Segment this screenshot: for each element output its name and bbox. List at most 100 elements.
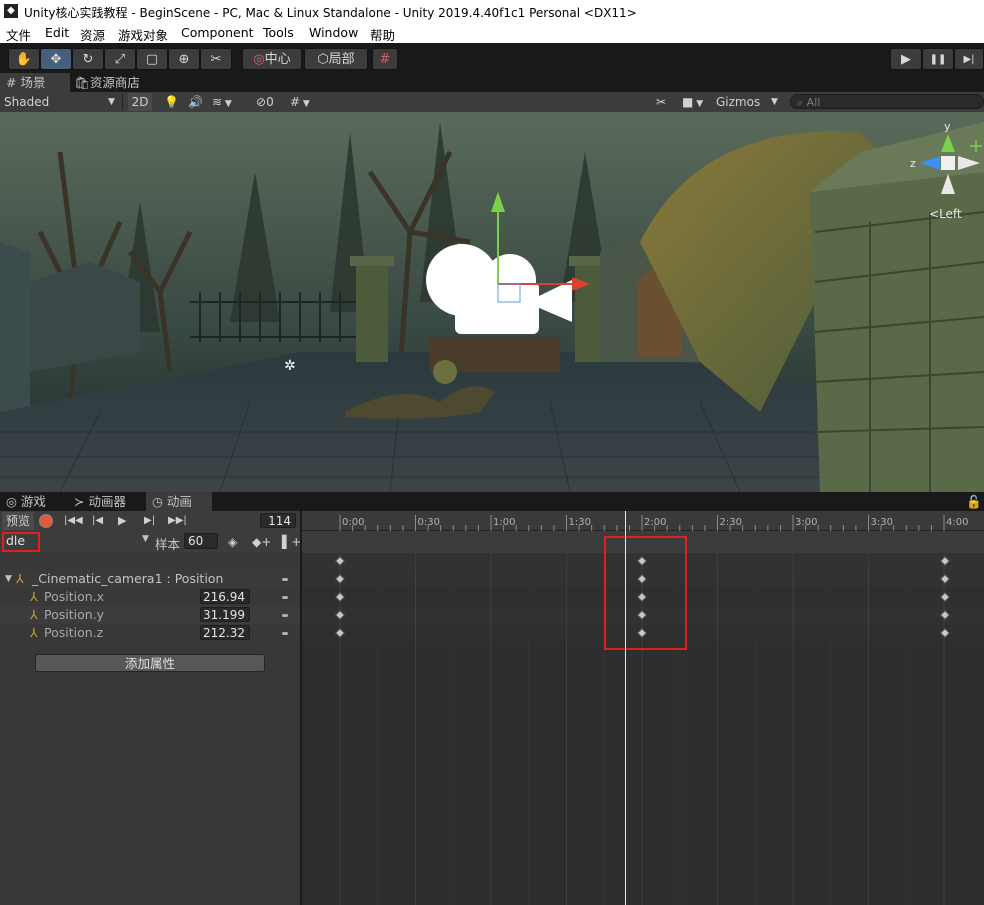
add-property-button[interactable]: 添加属性	[35, 654, 265, 672]
play-button[interactable]: ▶	[890, 48, 922, 70]
layers-icon: ≋	[212, 95, 223, 109]
hand-tool-button[interactable]: ✋	[8, 48, 40, 70]
lighting-toggle[interactable]: 💡	[164, 93, 179, 111]
audio-toggle[interactable]: 🔊	[188, 93, 203, 111]
pivot-label: 中心	[264, 52, 291, 67]
timeline-ruler[interactable]: 0:00 0:30 1:00 1:30 2:00 2:30 3:00 3:30 4:00	[302, 511, 984, 531]
hidden-objects-toggle[interactable]: ⊘0	[256, 93, 274, 111]
next-icon: ▶|	[144, 515, 156, 526]
menu-window[interactable]: Window	[309, 25, 358, 40]
rotate-tool-button[interactable]: ↻	[72, 48, 104, 70]
gamepad-icon: ◎	[6, 494, 17, 509]
transform-axes-icon: ⅄	[16, 571, 24, 586]
chevron-down-icon: ▼	[693, 99, 704, 109]
menu-edit[interactable]: Edit	[45, 25, 69, 40]
menu-help[interactable]: 帮助	[370, 25, 395, 44]
search-icon: ⌕	[797, 96, 804, 109]
clip-dropdown[interactable]: dle ▼	[2, 532, 152, 552]
tab-scene[interactable]: # 场景	[0, 73, 70, 92]
menu-component[interactable]: Component	[181, 25, 254, 40]
keyframe-highlight-box	[604, 536, 687, 650]
gizmo-z-label: z	[910, 157, 916, 170]
property-name: Position.z	[44, 625, 104, 640]
animation-playback-controls: 预览 |◀◀ |◀ ▶ ▶| ▶▶| 114	[0, 511, 300, 531]
pause-button[interactable]: ❚❚	[922, 48, 954, 70]
property-options-icon[interactable]	[282, 614, 288, 617]
local-toggle-button[interactable]: ⬡局部	[304, 48, 368, 70]
preview-toggle[interactable]: 预览	[2, 512, 34, 530]
tab-animator[interactable]: ≻ 动画器	[68, 492, 132, 511]
tab-animation[interactable]: ◷ 动画	[146, 492, 212, 511]
property-name: Position.x	[44, 589, 105, 604]
grid-dropdown[interactable]: # ▼	[290, 93, 310, 111]
custom-tool-icon: ✂	[210, 52, 222, 67]
rect-icon: ▢	[145, 52, 159, 67]
camera-dropdown[interactable]: ■ ▼	[682, 93, 703, 111]
zombie-head	[433, 360, 457, 384]
last-keyframe-button[interactable]: ▶▶|	[168, 512, 187, 530]
skip-end-icon: ▶▶|	[168, 515, 187, 526]
menu-tools[interactable]: Tools	[263, 25, 294, 40]
effects-dropdown[interactable]: ≋ ▼	[212, 93, 232, 111]
move-icon: ✥	[50, 52, 62, 67]
menu-assets[interactable]: 资源	[80, 25, 105, 44]
custom-tool-button[interactable]: ✂	[200, 48, 232, 70]
scene-search-input[interactable]: ⌕ All	[790, 94, 984, 109]
prev-keyframe-button[interactable]: |◀	[92, 512, 103, 530]
record-button[interactable]	[39, 514, 53, 528]
transform-tool-button[interactable]: ⊕	[168, 48, 200, 70]
frame-input[interactable]: 114	[260, 513, 296, 528]
lock-button[interactable]: 🔓	[960, 492, 984, 511]
scale-tool-button[interactable]: ⤢	[104, 48, 136, 70]
grid-snap-button[interactable]: #	[372, 48, 398, 70]
lightbulb-icon: 💡	[164, 95, 179, 109]
property-value-input[interactable]: 31.199	[200, 607, 250, 622]
property-value-input[interactable]: 212.32	[200, 625, 250, 640]
scene-render: ✲ y z <Left	[0, 112, 984, 492]
add-event-button[interactable]: ▌+	[282, 533, 301, 551]
menu-bar: 文件 Edit 资源 游戏对象 Component Tools Window 帮…	[0, 23, 984, 43]
menu-gameobject[interactable]: 游戏对象	[118, 25, 168, 44]
playhead-line[interactable]	[625, 511, 626, 905]
property-row-y[interactable]: ⅄ Position.y 31.199	[0, 606, 300, 624]
timeline-tick-label: 1:30	[569, 517, 591, 528]
property-group-name: _Cinematic_camera1 : Position	[32, 571, 224, 586]
menu-file[interactable]: 文件	[6, 25, 31, 44]
shading-mode-dropdown[interactable]: Shaded ▼	[4, 93, 118, 111]
tab-game-label: 游戏	[20, 494, 46, 509]
property-row-z[interactable]: ⅄ Position.z 212.32	[0, 624, 300, 642]
tab-game[interactable]: ◎ 游戏	[0, 492, 52, 511]
property-value-input[interactable]: 216.94	[200, 589, 250, 604]
samples-input[interactable]: 60	[184, 533, 218, 549]
property-options-icon[interactable]	[282, 632, 288, 635]
grid-icon: #	[379, 52, 391, 67]
property-group-row[interactable]: ▼ ⅄ _Cinematic_camera1 : Position	[0, 570, 300, 588]
scene-view[interactable]: ✲ y z <Left	[0, 112, 984, 492]
mode-2d-label: 2D	[131, 95, 149, 109]
next-keyframe-button[interactable]: ▶|	[144, 512, 155, 530]
tab-asset-store[interactable]: 🛍资源商店	[68, 73, 146, 92]
timeline-tick-label: 2:30	[720, 517, 742, 528]
timeline-ticks: 0:00 0:30 1:00 1:30 2:00 2:30 3:00 3:30 4:00	[339, 515, 968, 531]
play-animation-button[interactable]: ▶	[118, 512, 126, 530]
add-keyframe-button[interactable]: ◆+	[252, 533, 271, 551]
property-options-icon[interactable]	[282, 596, 288, 599]
first-keyframe-button[interactable]: |◀◀	[64, 512, 83, 530]
mode-2d-toggle[interactable]: 2D	[128, 93, 152, 111]
pillar-cap-left	[350, 256, 394, 266]
shading-mode-label: Shaded	[4, 95, 50, 109]
view-direction-label[interactable]: <Left	[929, 207, 962, 221]
pivot-toggle-button[interactable]: ◎中心	[242, 48, 302, 70]
step-button[interactable]: ▶|	[954, 48, 984, 70]
property-row-x[interactable]: ⅄ Position.x 216.94	[0, 588, 300, 606]
move-tool-button[interactable]: ✥	[40, 48, 72, 70]
collapse-triangle-icon[interactable]: ▼	[5, 570, 12, 588]
gizmos-dropdown[interactable]: Gizmos ▼	[716, 93, 782, 111]
property-options-icon[interactable]	[282, 578, 288, 581]
tools-toggle[interactable]: ✂	[656, 93, 666, 111]
rect-tool-button[interactable]: ▢	[136, 48, 168, 70]
gizmo-center-cube[interactable]	[941, 156, 955, 170]
key-diamond-button[interactable]: ◈	[228, 533, 237, 551]
add-keyframe-icon: ◆+	[252, 535, 272, 549]
pause-icon: ❚❚	[929, 54, 947, 65]
